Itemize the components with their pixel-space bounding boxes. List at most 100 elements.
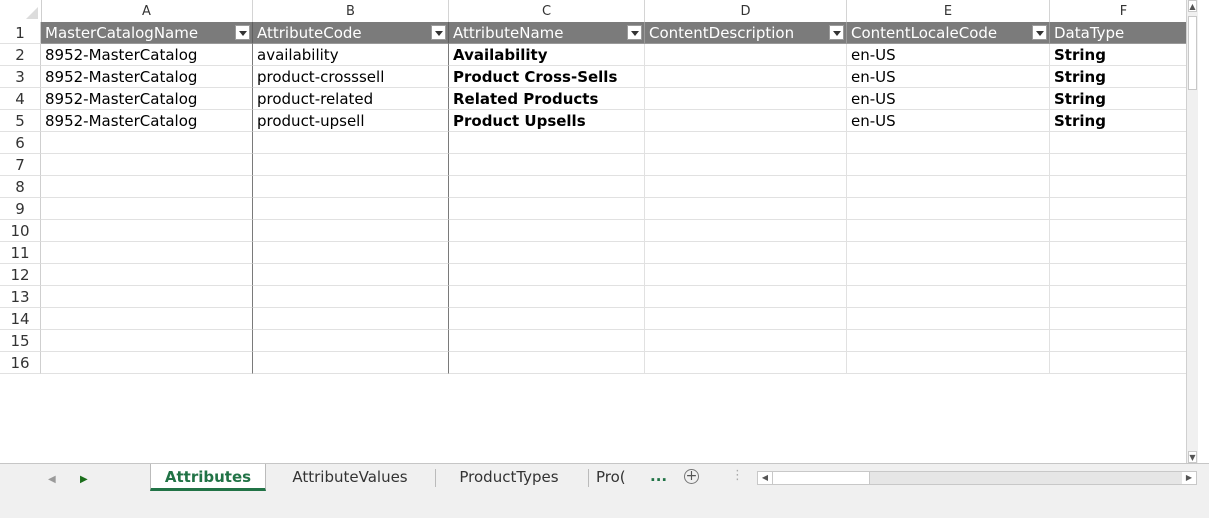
filter-dropdown-icon[interactable]	[1032, 25, 1047, 40]
select-all-corner[interactable]	[0, 0, 42, 22]
row-number[interactable]: 3	[0, 66, 41, 88]
table-cell[interactable]	[41, 308, 253, 330]
table-cell[interactable]	[645, 242, 847, 264]
table-cell[interactable]	[449, 330, 645, 352]
table-cell[interactable]: 8952-MasterCatalog	[41, 88, 253, 110]
table-cell[interactable]	[645, 66, 847, 88]
table-cell[interactable]	[253, 330, 449, 352]
table-cell[interactable]	[645, 308, 847, 330]
scroll-left-icon[interactable]: ◀	[758, 472, 772, 484]
tab-producttypes[interactable]: ProductTypes	[439, 464, 579, 491]
table-cell[interactable]	[253, 352, 449, 374]
table-cell[interactable]	[1050, 352, 1198, 374]
table-cell[interactable]	[1050, 220, 1198, 242]
column-header-a[interactable]: A	[41, 0, 253, 22]
row-number[interactable]: 13	[0, 286, 41, 308]
table-cell[interactable]	[847, 330, 1050, 352]
row-number[interactable]: 8	[0, 176, 41, 198]
row-number[interactable]: 4	[0, 88, 41, 110]
add-sheet-icon[interactable]: +	[684, 469, 699, 484]
table-cell[interactable]	[41, 264, 253, 286]
table-cell[interactable]	[645, 352, 847, 374]
table-cell[interactable]	[645, 110, 847, 132]
table-cell[interactable]	[645, 286, 847, 308]
table-cell[interactable]: String	[1050, 110, 1198, 132]
table-cell[interactable]: availability	[253, 44, 449, 66]
table-cell[interactable]: 8952-MasterCatalog	[41, 110, 253, 132]
table-cell[interactable]	[449, 308, 645, 330]
row-number[interactable]: 14	[0, 308, 41, 330]
table-cell[interactable]	[41, 132, 253, 154]
table-cell[interactable]	[645, 176, 847, 198]
vertical-scrollbar[interactable]: ▲ ▼	[1186, 0, 1198, 463]
table-cell[interactable]	[847, 242, 1050, 264]
horizontal-scrollbar[interactable]: ◀ ▶	[757, 471, 1197, 485]
table-cell[interactable]: 8952-MasterCatalog	[41, 44, 253, 66]
table-cell[interactable]	[645, 132, 847, 154]
table-cell[interactable]	[449, 198, 645, 220]
column-header-d[interactable]: D	[645, 0, 847, 22]
table-cell[interactable]	[253, 308, 449, 330]
table-cell[interactable]	[253, 132, 449, 154]
header-cell[interactable]: ContentDescription	[645, 22, 847, 44]
table-cell[interactable]	[253, 176, 449, 198]
row-number[interactable]: 6	[0, 132, 41, 154]
table-cell[interactable]	[41, 176, 253, 198]
table-cell[interactable]	[41, 242, 253, 264]
table-cell[interactable]	[1050, 198, 1198, 220]
tab-splitter-handle[interactable]: ⋮	[731, 468, 744, 483]
table-cell[interactable]	[253, 242, 449, 264]
table-cell[interactable]	[645, 154, 847, 176]
table-cell[interactable]: String	[1050, 44, 1198, 66]
row-number[interactable]: 11	[0, 242, 41, 264]
table-cell[interactable]: Product Cross-Sells	[449, 66, 645, 88]
vertical-scroll-thumb[interactable]	[1188, 16, 1197, 90]
spreadsheet-grid[interactable]: ABCDEF 1 MasterCatalogName AttributeCode At…	[0, 0, 1198, 463]
next-sheet-icon[interactable]: ▶	[80, 474, 88, 485]
table-cell[interactable]	[645, 220, 847, 242]
table-cell[interactable]	[449, 132, 645, 154]
table-cell[interactable]	[41, 352, 253, 374]
table-cell[interactable]	[41, 220, 253, 242]
scroll-up-icon[interactable]: ▲	[1188, 0, 1197, 12]
table-cell[interactable]	[1050, 132, 1198, 154]
row-number[interactable]: 1	[0, 22, 41, 44]
table-cell[interactable]	[1050, 330, 1198, 352]
table-cell[interactable]: Related Products	[449, 88, 645, 110]
table-cell[interactable]: en-US	[847, 110, 1050, 132]
horizontal-scroll-thumb[interactable]	[772, 472, 870, 484]
table-cell[interactable]: Availability	[449, 44, 645, 66]
table-cell[interactable]	[449, 154, 645, 176]
table-cell[interactable]: en-US	[847, 44, 1050, 66]
table-cell[interactable]	[645, 264, 847, 286]
column-header-f[interactable]: F	[1050, 0, 1198, 22]
table-cell[interactable]: product-crosssell	[253, 66, 449, 88]
table-cell[interactable]: en-US	[847, 66, 1050, 88]
table-cell[interactable]	[449, 176, 645, 198]
table-cell[interactable]: en-US	[847, 88, 1050, 110]
header-cell[interactable]: DataType	[1050, 22, 1198, 44]
table-cell[interactable]: Product Upsells	[449, 110, 645, 132]
header-cell[interactable]: AttributeName	[449, 22, 645, 44]
scroll-down-icon[interactable]: ▼	[1188, 451, 1197, 463]
table-cell[interactable]: String	[1050, 88, 1198, 110]
table-cell[interactable]: 8952-MasterCatalog	[41, 66, 253, 88]
filter-dropdown-icon[interactable]	[829, 25, 844, 40]
row-number[interactable]: 5	[0, 110, 41, 132]
table-cell[interactable]	[253, 220, 449, 242]
table-cell[interactable]	[645, 330, 847, 352]
row-number[interactable]: 7	[0, 154, 41, 176]
table-cell[interactable]	[847, 176, 1050, 198]
table-cell[interactable]	[449, 242, 645, 264]
row-number[interactable]: 2	[0, 44, 41, 66]
column-header-c[interactable]: C	[449, 0, 645, 22]
table-cell[interactable]: String	[1050, 66, 1198, 88]
table-cell[interactable]	[449, 264, 645, 286]
table-cell[interactable]	[1050, 308, 1198, 330]
header-cell[interactable]: AttributeCode	[253, 22, 449, 44]
table-cell[interactable]	[253, 286, 449, 308]
table-cell[interactable]: product-related	[253, 88, 449, 110]
column-header-e[interactable]: E	[847, 0, 1050, 22]
filter-dropdown-icon[interactable]	[431, 25, 446, 40]
table-cell[interactable]	[847, 352, 1050, 374]
